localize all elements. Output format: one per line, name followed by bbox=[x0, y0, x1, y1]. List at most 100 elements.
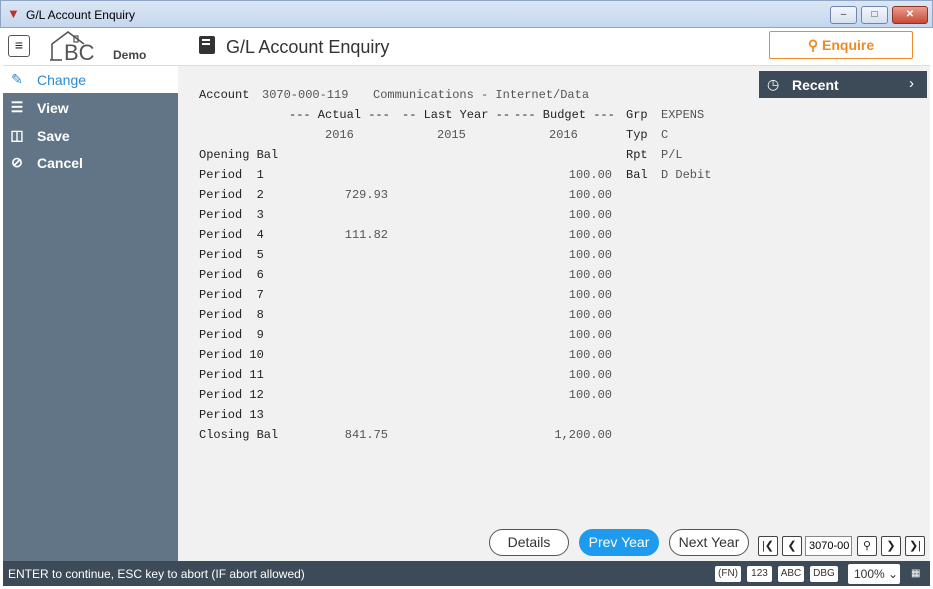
column-header-budget: --- Budget --- bbox=[514, 108, 615, 122]
close-button[interactable]: ✕ bbox=[892, 6, 928, 24]
app-header: ≡ BC Demo G/L Account Enquiry ⚲ Enquire bbox=[3, 28, 930, 66]
sidebar-item-view[interactable]: ☰ View bbox=[3, 94, 178, 121]
search-icon: ⚲ bbox=[807, 37, 819, 53]
row-label: Period 10 bbox=[199, 348, 264, 362]
next-record-icon[interactable]: ❯ bbox=[881, 536, 901, 556]
zoom-value: 100% bbox=[854, 567, 885, 581]
info-value: C bbox=[661, 128, 669, 142]
next-year-button[interactable]: Next Year bbox=[669, 529, 749, 556]
sidebar-item-save[interactable]: ◫ Save bbox=[3, 122, 178, 149]
info-key: Bal bbox=[626, 168, 648, 182]
abc-chip[interactable]: ABC bbox=[778, 566, 804, 582]
column-header-actual: --- Actual --- bbox=[289, 108, 390, 122]
previous-record-icon[interactable]: ❮ bbox=[782, 536, 802, 556]
details-button[interactable]: Details bbox=[489, 529, 569, 556]
info-value: P/L bbox=[661, 148, 683, 162]
alarm-clock-icon: ◷ bbox=[767, 76, 780, 92]
zoom-select[interactable]: 100% ⌄ bbox=[848, 564, 900, 584]
row-budget: 100.00 bbox=[568, 168, 612, 182]
cancel-icon: ⊘ bbox=[11, 154, 23, 170]
window-titlebar: ▼ G/L Account Enquiry – □ ✕ bbox=[0, 0, 933, 28]
info-key: Grp bbox=[626, 108, 648, 122]
info-value: EXPENS bbox=[661, 108, 705, 122]
enquire-button[interactable]: ⚲ Enquire bbox=[769, 31, 913, 59]
account-label: Account bbox=[199, 88, 250, 102]
info-value: D Debit bbox=[661, 168, 712, 182]
chevron-right-icon: › bbox=[909, 75, 914, 92]
enquire-label: Enquire bbox=[822, 37, 875, 53]
row-label: Period 13 bbox=[199, 408, 264, 422]
row-actual: 729.93 bbox=[344, 188, 388, 202]
row-budget: 100.00 bbox=[568, 288, 612, 302]
info-key: Typ bbox=[626, 128, 648, 142]
pencil-icon: ✎ bbox=[11, 71, 23, 87]
row-budget: 100.00 bbox=[568, 308, 612, 322]
numeric-chip[interactable]: 123 bbox=[747, 566, 772, 582]
hamburger-menu-icon[interactable]: ≡ bbox=[8, 35, 30, 57]
maximize-button[interactable]: □ bbox=[861, 6, 888, 24]
row-label: Period 4 bbox=[199, 228, 264, 242]
fn-chip[interactable]: (FN) bbox=[715, 566, 741, 582]
row-budget: 100.00 bbox=[568, 188, 612, 202]
status-message: ENTER to continue, ESC key to abort (IF … bbox=[8, 567, 305, 581]
row-label: Period 5 bbox=[199, 248, 264, 262]
record-input[interactable]: 3070-00 bbox=[805, 536, 852, 556]
app-icon: ▼ bbox=[7, 6, 20, 21]
account-code: 3070-000-119 bbox=[262, 88, 349, 102]
first-record-icon[interactable]: |❮ bbox=[758, 536, 778, 556]
row-label: Period 12 bbox=[199, 388, 264, 402]
sidebar: ✎ Change ☰ View ◫ Save ⊘ Cancel bbox=[3, 66, 178, 561]
page-title: G/L Account Enquiry bbox=[226, 37, 390, 57]
row-budget: 100.00 bbox=[568, 328, 612, 342]
row-budget: 100.00 bbox=[568, 228, 612, 242]
app-logo: BC Demo bbox=[48, 28, 158, 65]
column-year-actual: 2016 bbox=[325, 128, 354, 142]
column-year-budget: 2016 bbox=[549, 128, 578, 142]
svg-text:BC: BC bbox=[64, 40, 95, 64]
window-title: G/L Account Enquiry bbox=[26, 8, 135, 22]
row-label: Period 1 bbox=[199, 168, 264, 182]
row-budget: 100.00 bbox=[568, 268, 612, 282]
prev-year-button[interactable]: Prev Year bbox=[579, 529, 659, 556]
row-label: Period 3 bbox=[199, 208, 264, 222]
search-icon[interactable]: ⚲ bbox=[857, 536, 877, 556]
row-label: Period 11 bbox=[199, 368, 264, 382]
recent-label: Recent bbox=[792, 77, 839, 93]
column-year-last-year: 2015 bbox=[437, 128, 466, 142]
grid-icon: ▦ bbox=[911, 568, 921, 579]
row-budget: 1,200.00 bbox=[554, 428, 612, 442]
row-label: Period 2 bbox=[199, 188, 264, 202]
save-icon: ◫ bbox=[10, 127, 24, 143]
sidebar-item-label: Change bbox=[37, 72, 87, 88]
sidebar-item-change[interactable]: ✎ Change bbox=[3, 66, 178, 93]
house-logo-icon: BC bbox=[50, 31, 95, 65]
list-icon: ☰ bbox=[10, 99, 24, 115]
debug-chip[interactable]: DBG bbox=[810, 566, 838, 582]
status-bar: ENTER to continue, ESC key to abort (IF … bbox=[3, 561, 930, 586]
account-description: Communications - Internet/Data bbox=[373, 88, 590, 102]
column-header-last-year: -- Last Year -- bbox=[402, 108, 511, 122]
row-actual: 841.75 bbox=[344, 428, 388, 442]
row-label: Opening Bal bbox=[199, 148, 279, 162]
info-key: Rpt bbox=[626, 148, 648, 162]
minimize-button[interactable]: – bbox=[830, 6, 857, 24]
row-budget: 100.00 bbox=[568, 368, 612, 382]
sidebar-item-label: Cancel bbox=[37, 155, 83, 171]
row-actual: 111.82 bbox=[344, 228, 388, 242]
row-label: Period 8 bbox=[199, 308, 264, 322]
sidebar-item-label: Save bbox=[37, 128, 70, 144]
row-label: Closing Bal bbox=[199, 428, 279, 442]
logo-subtitle: Demo bbox=[113, 48, 147, 62]
sidebar-item-label: View bbox=[37, 100, 69, 116]
row-label: Period 6 bbox=[199, 268, 264, 282]
sidebar-item-cancel[interactable]: ⊘ Cancel bbox=[3, 149, 178, 176]
row-label: Period 7 bbox=[199, 288, 264, 302]
row-budget: 100.00 bbox=[568, 388, 612, 402]
last-record-icon[interactable]: ❯| bbox=[905, 536, 925, 556]
row-budget: 100.00 bbox=[568, 208, 612, 222]
row-budget: 100.00 bbox=[568, 348, 612, 362]
row-budget: 100.00 bbox=[568, 248, 612, 262]
row-label: Period 9 bbox=[199, 328, 264, 342]
notebook-icon bbox=[199, 36, 215, 54]
recent-button[interactable]: ◷ Recent › bbox=[759, 71, 927, 98]
